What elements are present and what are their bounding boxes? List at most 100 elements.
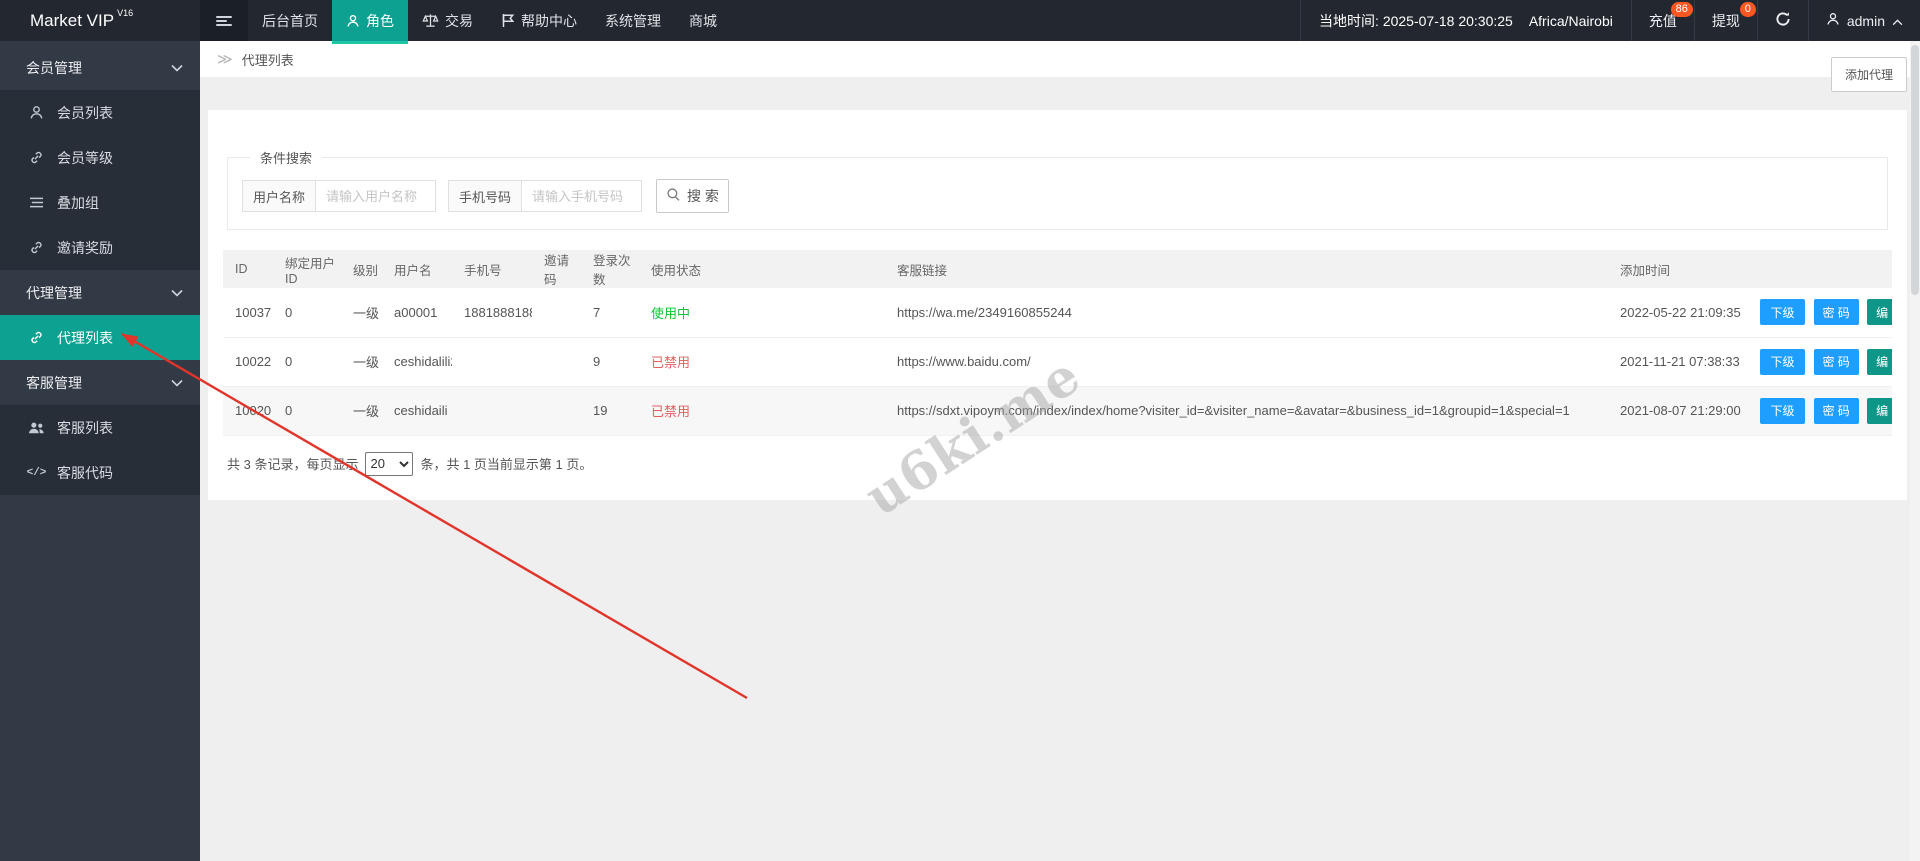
col-service-link: 客服链接: [885, 250, 1608, 288]
status-badge: 已禁用: [651, 404, 690, 419]
status-badge: 已禁用: [651, 355, 690, 370]
cell-service-link: https://sdxt.vipoym.com/index/index/home…: [885, 386, 1608, 435]
sub-agents-button[interactable]: 下级: [1760, 299, 1805, 325]
col-level: 级别: [341, 250, 382, 288]
col-added-time: 添加时间: [1608, 250, 1748, 288]
search-icon: [666, 187, 681, 205]
phone-field-label: 手机号码: [448, 180, 522, 212]
flag-icon: [501, 13, 515, 28]
recharge-button[interactable]: 充值 86: [1631, 0, 1694, 41]
sidebar-group-member-management[interactable]: 会员管理: [0, 45, 200, 90]
cell-login-count: 7: [581, 288, 639, 337]
cell-actions: 下级 密 码 编 辑: [1748, 337, 1892, 386]
hamburger-icon: [216, 14, 232, 28]
sub-agents-button[interactable]: 下级: [1760, 349, 1805, 375]
search-button[interactable]: 搜 索: [656, 179, 729, 213]
password-button[interactable]: 密 码: [1814, 349, 1859, 375]
sidebar-item-invite-reward[interactable]: 邀请奖励: [0, 225, 200, 270]
person-icon: [346, 14, 360, 28]
add-agent-button[interactable]: 添加代理: [1831, 57, 1907, 92]
cell-status: 已禁用: [639, 337, 885, 386]
cell-login-count: 19: [581, 386, 639, 435]
cell-phone: 18818881888: [452, 288, 532, 337]
list-icon: [27, 196, 46, 209]
nav-item-mall[interactable]: 商城: [675, 0, 731, 41]
local-time: 当地时间: 2025-07-18 20:30:25 Africa/Nairobi: [1300, 0, 1631, 41]
username-input[interactable]: [316, 180, 436, 212]
col-bind-user-id: 绑定用户ID: [273, 250, 341, 288]
sidebar-group-agent-management[interactable]: 代理管理: [0, 270, 200, 315]
cell-invite-code: [532, 288, 581, 337]
agent-list-card: 条件搜索 用户名称 手机号码 搜 索: [208, 110, 1907, 500]
sidebar-item-stack-group[interactable]: 叠加组: [0, 180, 200, 225]
col-actions: [1748, 250, 1892, 288]
username-label: admin: [1847, 13, 1885, 29]
logo-text: Market VIP: [30, 11, 114, 31]
pagination: 共 3 条记录，每页显示 20 条，共 1 页当前显示第 1 页。: [227, 452, 1888, 476]
nav-item-roles[interactable]: 角色: [332, 0, 408, 41]
cell-id: 10022: [223, 337, 273, 386]
nav-item-trade[interactable]: 交易: [408, 0, 487, 41]
cell-invite-code: [532, 337, 581, 386]
code-icon: </>: [27, 467, 46, 479]
cell-bind-user-id: 0: [273, 337, 341, 386]
page-size-select[interactable]: 20: [365, 452, 413, 476]
cell-added-time: 2022-05-22 21:09:35: [1608, 288, 1748, 337]
navbar-right: 当地时间: 2025-07-18 20:30:25 Africa/Nairobi…: [1300, 0, 1920, 41]
timezone-label: Africa/Nairobi: [1529, 13, 1613, 29]
cell-level: 一级: [341, 288, 382, 337]
cell-id: 10020: [223, 386, 273, 435]
nav-item-system[interactable]: 系统管理: [591, 0, 675, 41]
scrollbar[interactable]: [1910, 41, 1920, 861]
user-menu[interactable]: admin: [1808, 0, 1920, 41]
sidebar-item-member-list[interactable]: 会员列表: [0, 90, 200, 135]
search-fieldset: 条件搜索 用户名称 手机号码 搜 索: [227, 148, 1888, 230]
password-button[interactable]: 密 码: [1814, 299, 1859, 325]
password-button[interactable]: 密 码: [1814, 398, 1859, 424]
sidebar-group-service-management[interactable]: 客服管理: [0, 360, 200, 405]
chevron-down-icon: [171, 64, 183, 72]
search-legend: 条件搜索: [250, 148, 322, 167]
sidebar-item-service-list[interactable]: 客服列表: [0, 405, 200, 450]
cell-invite-code: [532, 386, 581, 435]
refresh-button[interactable]: [1757, 0, 1808, 41]
nav-item-help-center[interactable]: 帮助中心: [487, 0, 591, 41]
col-id: ID: [223, 250, 273, 288]
withdraw-button[interactable]: 提现 0: [1694, 0, 1757, 41]
top-navbar: Market VIP V16 后台首页 角色 交易: [0, 0, 1920, 41]
cell-username: a00001: [382, 288, 452, 337]
phone-field-group: 手机号码: [448, 180, 642, 212]
sidebar-item-service-code[interactable]: </> 客服代码: [0, 450, 200, 495]
edit-button[interactable]: 编 辑: [1867, 398, 1892, 424]
scrollbar-thumb[interactable]: [1911, 45, 1919, 295]
sub-agents-button[interactable]: 下级: [1760, 398, 1805, 424]
sidebar-toggle-button[interactable]: [200, 0, 248, 41]
cell-level: 一级: [341, 386, 382, 435]
cell-bind-user-id: 0: [273, 386, 341, 435]
sidebar-item-member-level[interactable]: 会员等级: [0, 135, 200, 180]
cell-username: ceshidalili2: [382, 337, 452, 386]
col-phone: 手机号: [452, 250, 532, 288]
app-logo: Market VIP V16: [0, 0, 200, 41]
agent-table: ID 绑定用户ID 级别 用户名 手机号 邀请码 登录次数 使用状态 客服链接 …: [223, 250, 1892, 436]
phone-input[interactable]: [522, 180, 642, 212]
sidebar: 会员管理 会员列表 会员等级: [0, 41, 200, 861]
edit-button[interactable]: 编 辑: [1867, 299, 1892, 325]
cell-status: 已禁用: [639, 386, 885, 435]
nav-item-dashboard[interactable]: 后台首页: [248, 0, 332, 41]
chevron-down-icon: [171, 379, 183, 387]
link-icon: [27, 330, 46, 345]
pagination-suffix: 条，共 1 页当前显示第 1 页。: [420, 454, 592, 473]
double-chevron-icon: ≫: [217, 50, 233, 68]
table-header-row: ID 绑定用户ID 级别 用户名 手机号 邀请码 登录次数 使用状态 客服链接 …: [223, 250, 1892, 288]
table-row: 10020 0 一级 ceshidaili 19 已禁用 https://sdx…: [223, 386, 1892, 435]
recharge-badge: 86: [1671, 2, 1693, 17]
scales-icon: [422, 13, 439, 28]
breadcrumb: ≫ 代理列表: [200, 41, 1920, 77]
cell-service-link: https://www.baidu.com/: [885, 337, 1608, 386]
username-field-group: 用户名称: [242, 180, 436, 212]
users-icon: [27, 421, 46, 435]
sidebar-item-agent-list[interactable]: 代理列表: [0, 315, 200, 360]
cell-added-time: 2021-11-21 07:38:33: [1608, 337, 1748, 386]
edit-button[interactable]: 编 辑: [1867, 349, 1892, 375]
